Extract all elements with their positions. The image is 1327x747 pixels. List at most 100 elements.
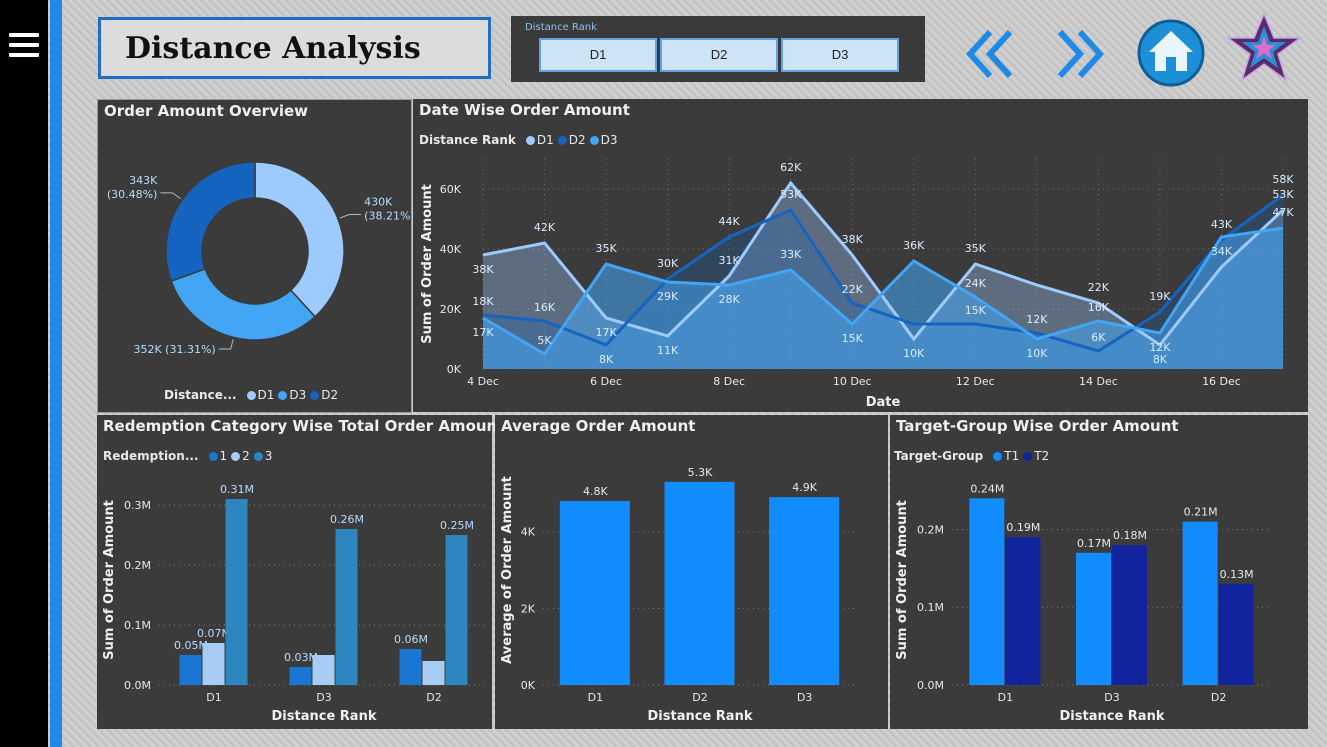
x-tick-label: 14 Dec (1079, 375, 1118, 388)
data-label: 4.9K (792, 481, 817, 494)
donut-leader-line (218, 339, 234, 350)
donut-slice-d3 (170, 267, 317, 341)
data-label: 19K (1149, 290, 1171, 303)
left-sidebar (0, 0, 48, 747)
slicer-option-d3[interactable]: D3 (781, 38, 899, 72)
donut-chart: 430K(38.21%) 352K (31.31%) 343K(30.48%) (107, 161, 413, 356)
data-label: 5K (537, 334, 552, 347)
data-label: 12K (1149, 341, 1171, 354)
y-tick-label: 0.1M (124, 619, 151, 632)
data-label: 44K (719, 215, 741, 228)
data-label: 0.17M (1077, 537, 1111, 550)
data-label: 33K (780, 248, 802, 261)
data-label: 10K (903, 347, 925, 360)
y-axis-title: Sum of Order Amount (102, 500, 117, 660)
data-label: 15K (842, 332, 864, 345)
order-amount-overview-panel: Order Amount Overview 430K (38.21%) 352K (… (97, 99, 413, 413)
data-label: 0.18M (1113, 529, 1147, 542)
data-label: 31K (719, 254, 741, 267)
x-tick-label: D1 (588, 691, 603, 704)
bar-d3-t2 (1112, 545, 1147, 685)
donut-slice-d2 (165, 161, 256, 283)
average-bar-chart: 0K 2K 4K 4.8K D1 5.3K D2 4.9K D3 Distance Rank Ave… (500, 466, 857, 724)
x-tick-label: 10 Dec (833, 375, 872, 388)
data-label: 35K (965, 242, 987, 255)
data-label: 62K (780, 161, 802, 174)
average-order-amount-panel: Average Order Amount 0K 2K 4K 4.8K D1 5.3K D2 4… (495, 415, 888, 729)
hamburger-menu-icon[interactable] (9, 33, 39, 57)
y-tick-label: 0.0M (917, 679, 944, 692)
data-label: 16K (1088, 301, 1110, 314)
data-label: 0.31M (220, 483, 254, 496)
slicer-option-d1[interactable]: D1 (539, 38, 657, 72)
page-title: Distance Analysis (125, 31, 421, 66)
donut-data-label: 352K (31.31%) (133, 343, 215, 356)
bar-d3-average-of-order-amount (769, 497, 840, 685)
bar-d2-3 (445, 535, 468, 685)
redemption-bar-chart: 0.0M0.1M0.2M0.3M0.05M0.07M0.31MD10.03M0.… (102, 483, 489, 724)
legend-dot-icon (310, 390, 320, 400)
x-tick-label: 6 Dec (590, 375, 622, 388)
bar-d2-2 (422, 661, 445, 685)
x-tick-label: 12 Dec (956, 375, 995, 388)
data-label: 30K (657, 257, 679, 270)
target-group-bar-chart: 0.0M 0.1M 0.2M 0.24M 0.19M D1 0.17M0.18M D3 0.21… (895, 482, 1272, 724)
bar-d2-t1 (1182, 521, 1218, 685)
y-tick-label: 0.0M (124, 679, 151, 692)
home-icon[interactable] (1137, 19, 1205, 87)
legend-item[interactable]: D1 (258, 388, 275, 402)
data-label: 38K (472, 263, 494, 276)
double-chevron-left-icon[interactable] (966, 28, 1018, 80)
legend-item[interactable]: D2 (321, 388, 338, 402)
data-label: 0.24M (970, 482, 1004, 495)
data-label: 8K (1153, 353, 1168, 366)
data-label: 38K (842, 233, 864, 246)
data-label: 22K (842, 283, 864, 296)
sidebar-accent-stripe (50, 0, 62, 747)
y-tick-label: 4K (521, 526, 536, 539)
x-axis-title: Distance Rank (272, 709, 377, 724)
legend-title: Distance... (164, 388, 237, 402)
legend-item[interactable]: D3 (289, 388, 306, 402)
bar-d1-t1 (969, 498, 1005, 685)
x-tick-label: D2 (426, 691, 441, 704)
donut-data-label-pct: (30.48%) (107, 188, 158, 201)
bar-d1-t2 (1005, 537, 1041, 685)
data-label: 0.06M (394, 633, 428, 646)
date-wise-order-amount-panel: Date Wise Order Amount Distance Rank D1 … (413, 99, 1308, 412)
bar-d3-1 (289, 667, 312, 685)
data-label: 11K (657, 344, 679, 357)
x-tick-label: 16 Dec (1202, 375, 1241, 388)
data-label: 18K (472, 295, 494, 308)
legend-dot-icon (246, 390, 256, 400)
data-label: 10K (1026, 347, 1048, 360)
donut-data-label-pct: (38.21%) (364, 209, 413, 222)
data-label: 12K (1026, 313, 1048, 326)
donut-leader-line (160, 192, 181, 200)
y-tick-label: 0.2M (917, 523, 944, 536)
star-logo-icon (1226, 12, 1302, 82)
bar-d1-3 (225, 499, 248, 685)
y-tick-label: 0.2M (124, 559, 151, 572)
data-label: 0.21M (1184, 506, 1218, 519)
data-label: 29K (657, 290, 679, 303)
x-tick-label: 4 Dec (467, 375, 499, 388)
data-label: 0.13M (1220, 568, 1254, 581)
data-label: 58K (1272, 173, 1294, 186)
x-tick-label: D3 (316, 691, 331, 704)
y-tick-label: 0.1M (917, 601, 944, 614)
data-label: 15K (965, 304, 987, 317)
bar-d3-3 (335, 529, 358, 685)
bar-d2-average-of-order-amount (664, 481, 735, 685)
slicer-option-d2[interactable]: D2 (660, 38, 778, 72)
data-label: 28K (719, 293, 741, 306)
x-tick-label: D1 (998, 691, 1013, 704)
slicer-title: Distance Rank (525, 22, 597, 33)
data-label: 47K (1272, 206, 1294, 219)
date-wise-area-chart: 0K 20K 40K 60K 4 Dec 6 Dec 8 Dec 10 Dec 12 Dec 14… (420, 159, 1294, 410)
x-tick-label: D3 (797, 691, 812, 704)
data-label: 35K (595, 242, 617, 255)
double-chevron-right-icon[interactable] (1052, 28, 1104, 80)
data-label: 43K (1211, 218, 1233, 231)
data-label: 16K (534, 301, 556, 314)
